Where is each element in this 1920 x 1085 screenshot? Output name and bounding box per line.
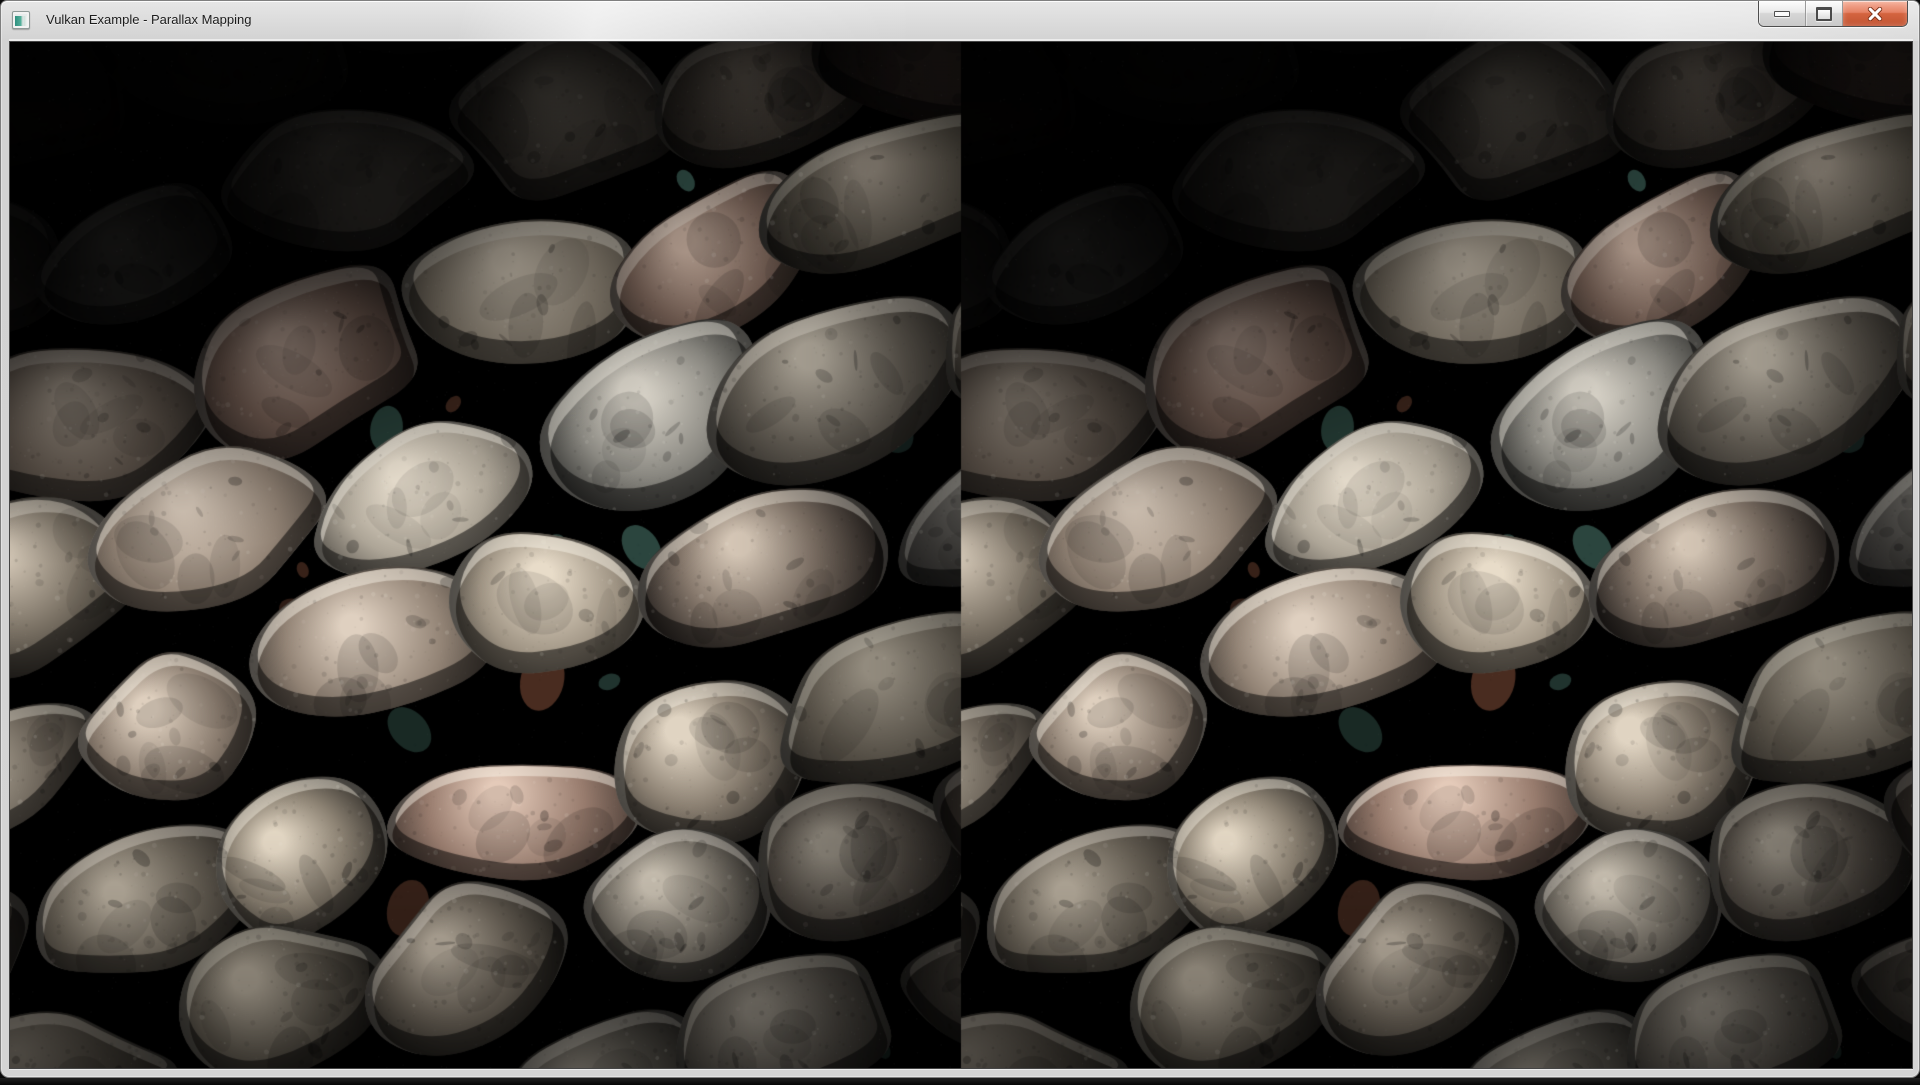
app-icon-pane [15, 16, 27, 26]
close-icon [1867, 7, 1883, 21]
window-title: Vulkan Example - Parallax Mapping [46, 1, 251, 39]
desktop-edge [0, 1078, 1920, 1085]
titlebar-sheen [1, 1, 1919, 41]
render-content-area [9, 41, 1913, 1069]
close-button[interactable] [1843, 1, 1907, 26]
app-window-icon[interactable] [12, 11, 30, 29]
maximize-icon [1816, 7, 1832, 21]
maximize-button[interactable] [1806, 1, 1843, 26]
caption-button-group [1758, 1, 1908, 27]
title-bar[interactable]: Vulkan Example - Parallax Mapping [1, 1, 1919, 41]
app-window: Vulkan Example - Parallax Mapping [0, 0, 1920, 1078]
render-viewport[interactable] [10, 42, 1912, 1068]
minimize-icon [1774, 11, 1790, 17]
minimize-button[interactable] [1759, 1, 1806, 26]
